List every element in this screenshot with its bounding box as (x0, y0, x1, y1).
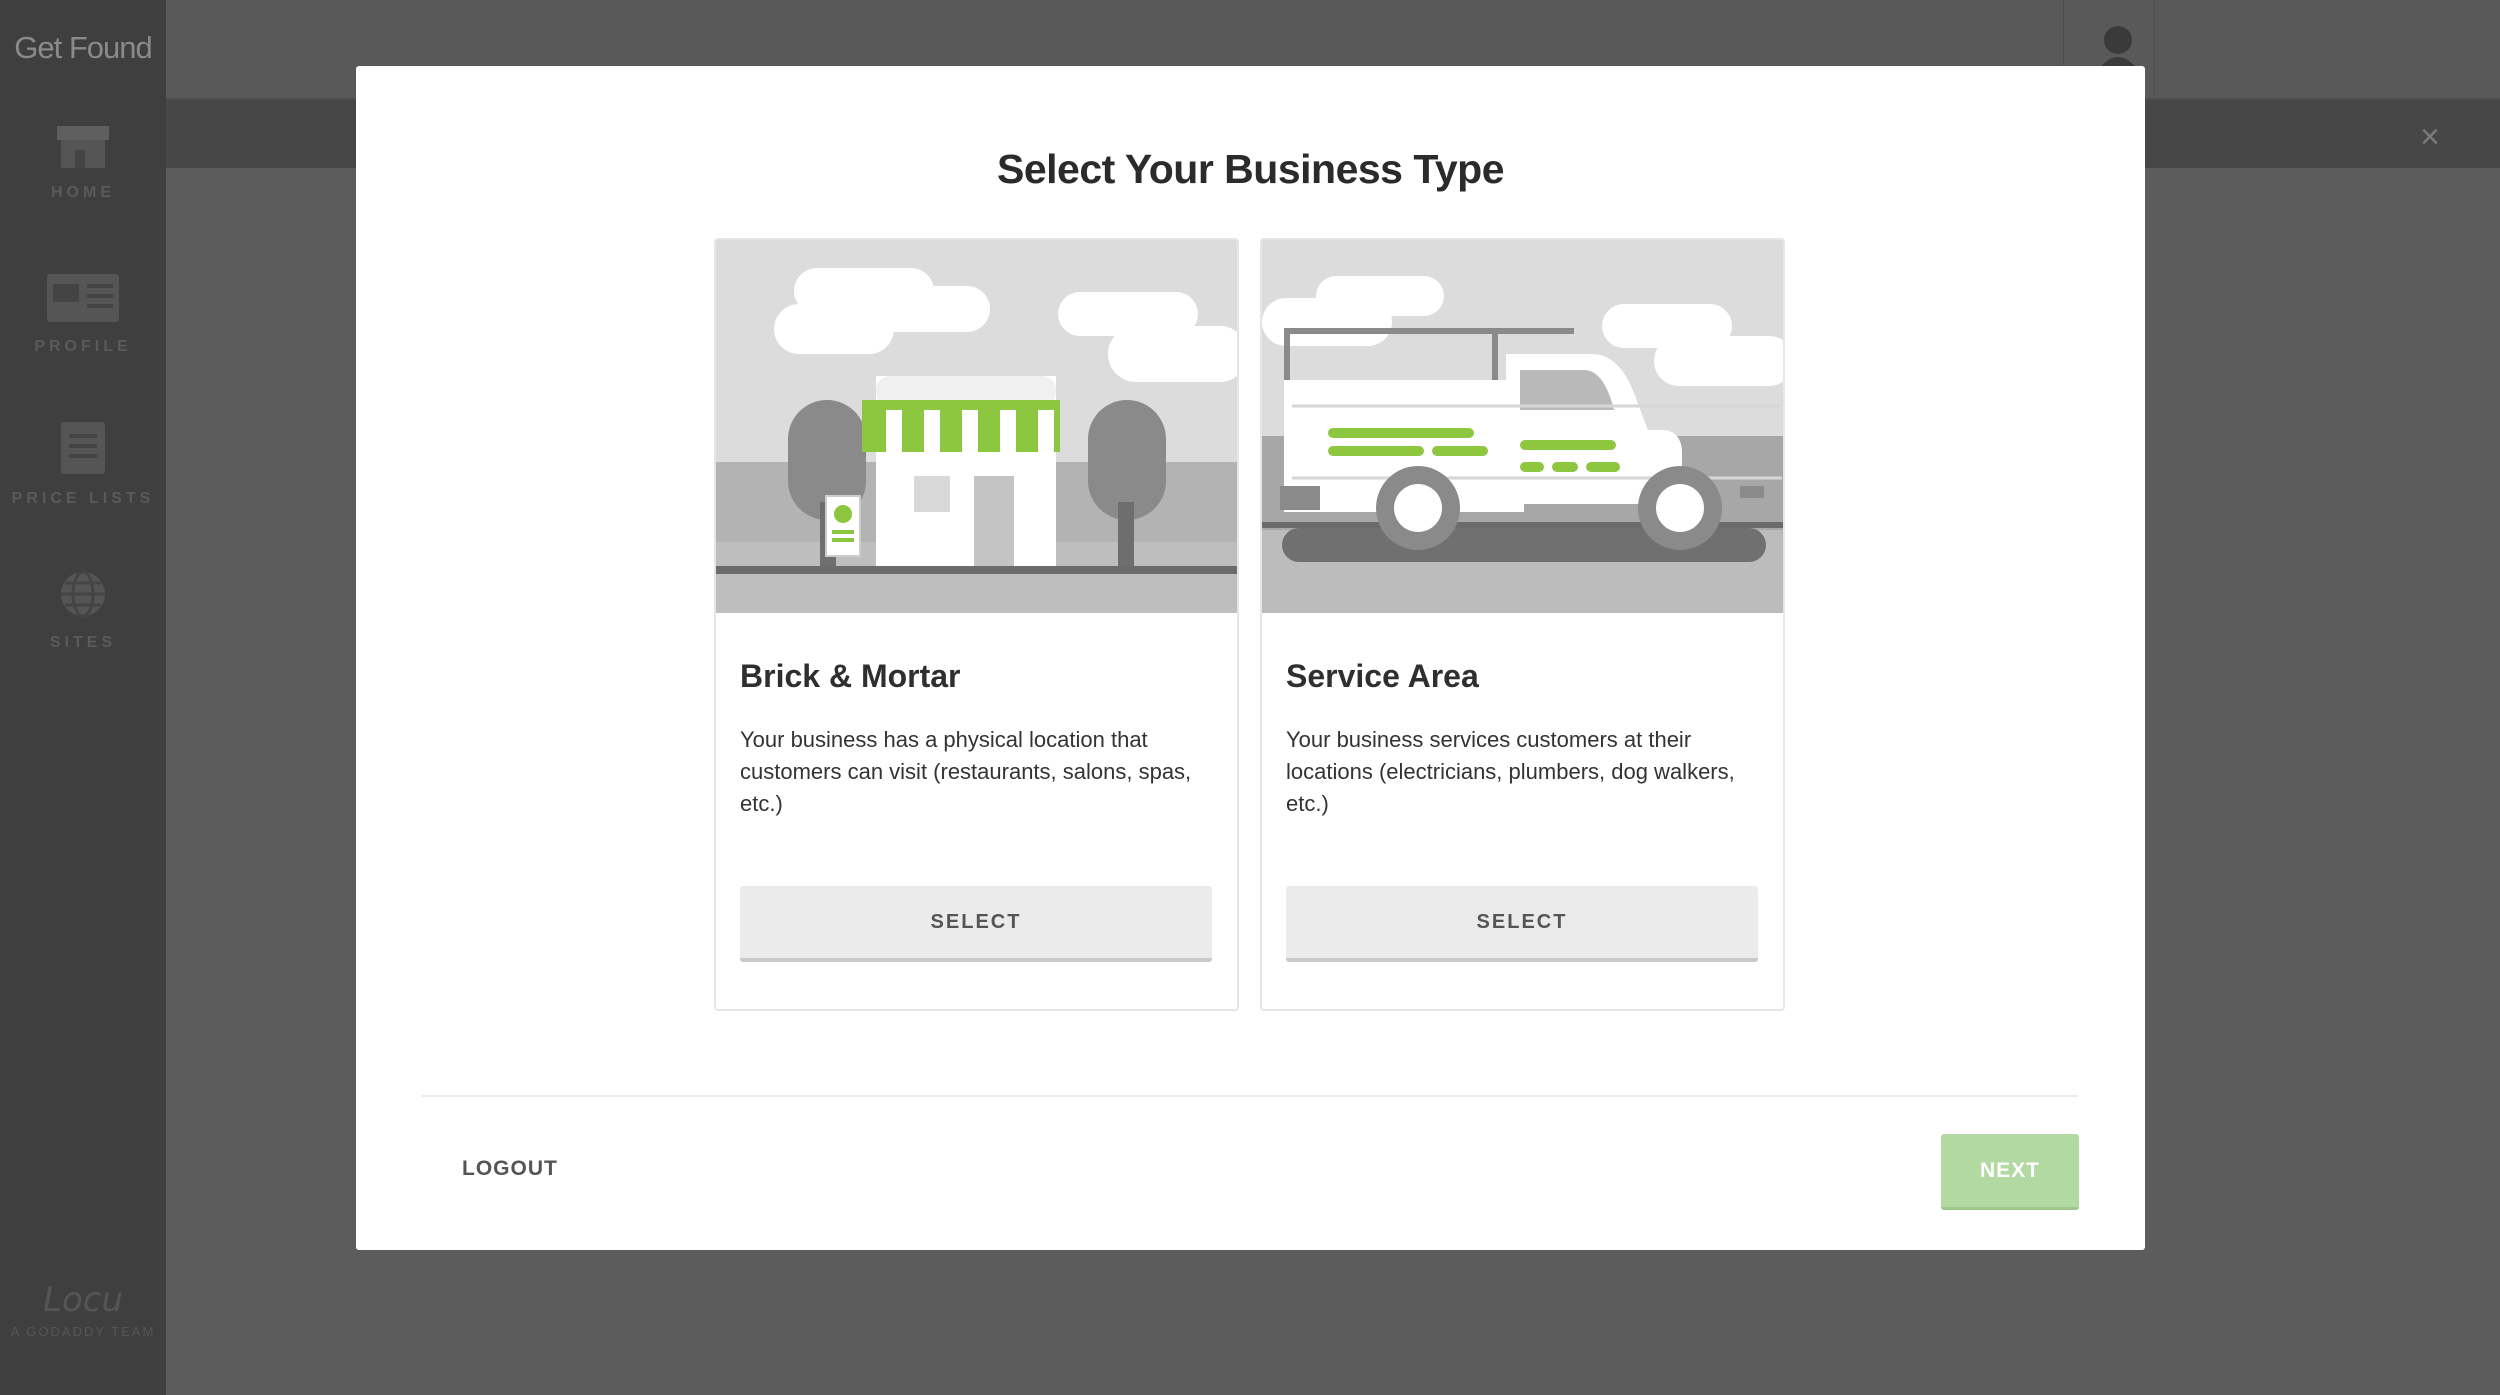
sidebar-item-price-lists[interactable]: PRICE LISTS (0, 420, 166, 508)
select-brick-mortar-button[interactable]: SELECT (740, 886, 1212, 962)
next-button[interactable]: NEXT (1941, 1134, 2079, 1210)
business-type-modal: Select Your Business Type Brick & Mortar… (356, 66, 2145, 1250)
close-icon[interactable]: × (2420, 118, 2440, 157)
profile-card-icon (47, 274, 119, 322)
logout-link[interactable]: LOGOUT (462, 1157, 558, 1181)
sidebar-item-profile[interactable]: PROFILE (0, 272, 166, 356)
locu-logo: Locu (43, 1280, 123, 1320)
sidebar-item-sites[interactable]: SITES (0, 568, 166, 652)
sidebar-item-label: SITES (49, 634, 117, 651)
service-truck-illustration (1262, 240, 1783, 613)
card-title: Service Area (1286, 658, 1479, 694)
sidebar-item-label: HOME (51, 184, 115, 201)
locu-tagline: A GODADDY TEAM (10, 1324, 156, 1339)
card-title: Brick & Mortar (740, 658, 961, 694)
modal-title: Select Your Business Type (996, 146, 1505, 192)
select-service-area-button[interactable]: SELECT (1286, 886, 1758, 962)
business-type-card-brick-mortar[interactable]: Brick & Mortar Your business has a physi… (714, 238, 1239, 1011)
globe-icon (61, 570, 105, 618)
sidebar-item-home[interactable]: HOME (0, 122, 166, 202)
sidebar-item-label: PRICE LISTS (11, 490, 155, 507)
sidebar-footer: Locu A GODADDY TEAM (0, 1280, 166, 1340)
app-brand-logo: Get Found (14, 30, 152, 65)
storefront-illustration (716, 240, 1237, 613)
sidebar: Get Found HOME PROFILE PRICE LISTS SITES… (0, 0, 166, 1395)
document-list-icon (61, 422, 105, 474)
storefront-icon (57, 126, 109, 168)
modal-divider (422, 1095, 2078, 1097)
card-description: Your business services customers at thei… (1286, 727, 1735, 816)
business-type-card-service-area[interactable]: Service Area Your business services cust… (1260, 238, 1785, 1011)
card-description: Your business has a physical location th… (740, 727, 1192, 816)
sidebar-item-label: PROFILE (34, 338, 132, 355)
